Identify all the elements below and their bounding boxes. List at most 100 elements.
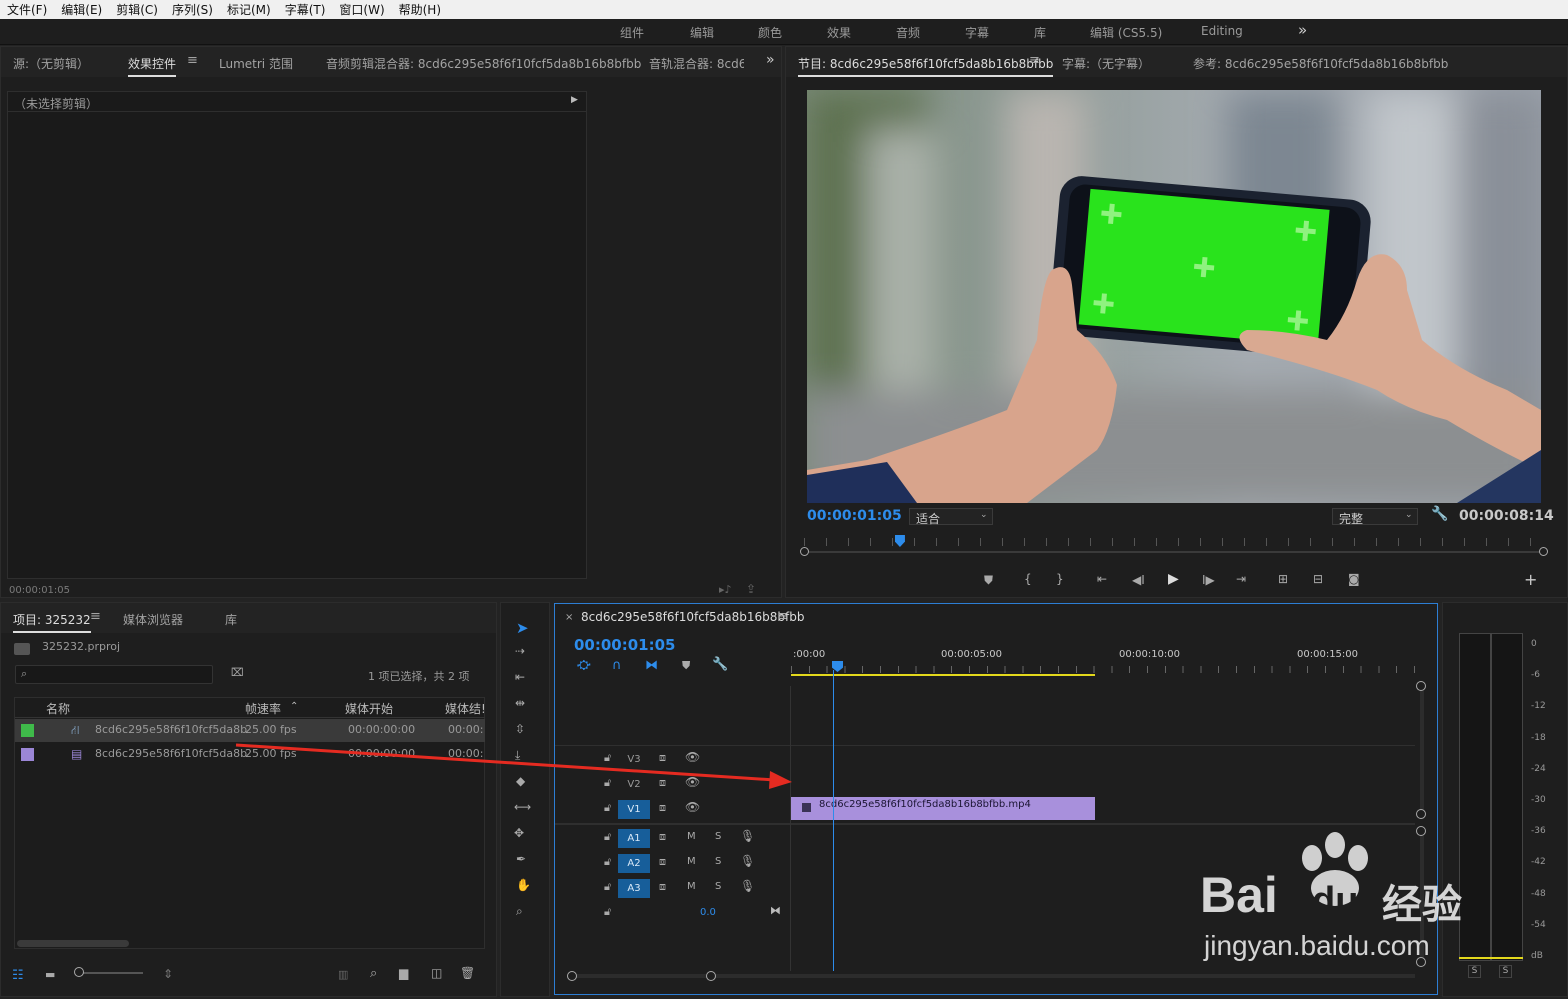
sequence-tab[interactable]: 8cd6c295e58f6f10fcf5da8b16b8bfbb xyxy=(581,610,805,624)
solo-left-button[interactable]: S xyxy=(1468,965,1481,978)
tab-captions[interactable]: 字幕:（无字幕） xyxy=(1062,55,1150,72)
fit-dropdown[interactable]: 适合 ⌄ xyxy=(909,508,993,526)
zoom-tool-icon[interactable]: ⌕ xyxy=(516,904,523,919)
project-menu-icon[interactable]: ≡ xyxy=(90,609,101,624)
workspace-effects[interactable]: 效果 xyxy=(827,24,851,41)
mark-in-icon[interactable]: { xyxy=(1024,572,1032,586)
audio-v-scrollbar[interactable] xyxy=(1420,829,1424,959)
zoom-slider-handle[interactable] xyxy=(74,967,84,977)
zoom-slider[interactable] xyxy=(75,972,143,974)
hand-tool-icon[interactable]: ✋ xyxy=(516,878,531,892)
lock-icon[interactable]: 🔓︎ xyxy=(604,880,611,894)
menu-marker[interactable]: 标记(M) xyxy=(220,1,278,18)
workspace-cs55[interactable]: 编辑 (CS5.5) xyxy=(1090,24,1162,41)
list-view-icon[interactable]: ☷ xyxy=(12,968,24,983)
video-frame[interactable] xyxy=(807,90,1541,503)
slide-tool-icon[interactable]: ⟷ xyxy=(514,800,531,814)
sync-lock-icon[interactable]: ⧈ xyxy=(659,830,666,844)
microphone-icon[interactable]: 🎙︎ xyxy=(740,879,755,893)
extract-icon[interactable]: ⊟ xyxy=(1313,572,1323,586)
video-v-scrollbar[interactable] xyxy=(1420,684,1424,819)
lift-icon[interactable]: ⊞ xyxy=(1278,572,1288,586)
new-item-icon[interactable]: ◫ xyxy=(431,966,442,980)
timeline-settings-wrench-icon[interactable]: 🔧 xyxy=(712,657,728,672)
work-area-bar[interactable] xyxy=(791,674,1095,676)
track-label-a2[interactable]: A2 xyxy=(618,854,650,873)
tab-program[interactable]: 节目: 8cd6c295e58f6f10fcf5da8b16b8bfbb xyxy=(798,55,1054,77)
timeline-menu-icon[interactable]: ≡ xyxy=(777,609,788,624)
mute-button[interactable]: M xyxy=(687,856,696,867)
program-menu-icon[interactable]: ≡ xyxy=(1029,53,1040,68)
col-media-end[interactable]: 媒体结! xyxy=(445,700,485,717)
menu-clip[interactable]: 剪辑(C) xyxy=(109,1,165,18)
eye-icon[interactable]: 👁︎ xyxy=(685,800,700,814)
col-name[interactable]: 名称 xyxy=(46,700,70,717)
menu-window[interactable]: 窗口(W) xyxy=(332,1,391,18)
sync-lock-icon[interactable]: ⧈ xyxy=(659,880,666,894)
automate-to-sequence-icon[interactable]: ▥ xyxy=(338,968,348,981)
a-scroll-handle-bottom[interactable] xyxy=(1416,957,1426,967)
tab-lumetri-scopes[interactable]: Lumetri 范围 xyxy=(219,55,293,72)
solo-button[interactable]: S xyxy=(715,856,721,867)
project-search-input[interactable]: ⌕ xyxy=(15,665,213,684)
trash-icon[interactable]: 🗑 xyxy=(460,966,475,980)
expand-triangle-icon[interactable]: ▶ xyxy=(571,95,578,105)
pen-tool-icon[interactable]: ✥ xyxy=(514,826,524,840)
snap-magnet-icon[interactable]: ∩ xyxy=(612,658,622,673)
eye-icon[interactable]: 👁︎ xyxy=(685,750,700,764)
h-scroll-handle-left[interactable] xyxy=(567,971,577,981)
v-scroll-handle-bottom[interactable] xyxy=(1416,809,1426,819)
sync-lock-icon[interactable]: ⧈ xyxy=(659,801,666,815)
workspace-editing[interactable]: 编辑 xyxy=(690,24,714,41)
menu-file[interactable]: 文件(F) xyxy=(0,1,54,18)
pen-icon[interactable]: ✒ xyxy=(516,852,526,866)
sync-lock-icon[interactable]: ⧈ xyxy=(659,855,666,869)
slip-tool-icon[interactable]: ◆ xyxy=(516,774,525,788)
workspace-assembly[interactable]: 组件 xyxy=(620,24,644,41)
step-forward-icon[interactable]: I▶ xyxy=(1202,573,1215,587)
lock-icon[interactable]: 🔓︎ xyxy=(604,905,611,919)
workspace-audio[interactable]: 音频 xyxy=(896,24,920,41)
track-label-a1[interactable]: A1 xyxy=(618,829,650,848)
menu-sequence[interactable]: 序列(S) xyxy=(165,1,220,18)
tab-audio-clip-mixer[interactable]: 音频剪辑混合器: 8cd6c295e58f6f10fcf5da8b16b8bfb… xyxy=(326,55,641,72)
v1-video-clip[interactable]: 8cd6c295e58f6f10fcf5da8b16b8bfbb.mp4 xyxy=(791,797,1095,820)
razor-tool-icon[interactable]: ⤓ xyxy=(515,748,520,763)
timeline-h-scrollbar[interactable] xyxy=(567,974,1415,978)
wrench-icon[interactable]: 🔧 xyxy=(1431,506,1448,522)
workspace-editing-en[interactable]: Editing xyxy=(1201,24,1243,38)
timeline-timecode[interactable]: 00:00:01:05 xyxy=(574,636,676,654)
linked-selection-icon[interactable]: ⧓ xyxy=(645,658,658,673)
quality-dropdown[interactable]: 完整 ⌄ xyxy=(1332,508,1418,526)
program-timecode[interactable]: 00:00:01:05 xyxy=(807,508,902,524)
tab-effect-controls[interactable]: 效果控件 xyxy=(128,55,177,77)
lock-icon[interactable]: 🔓︎ xyxy=(604,776,611,790)
close-icon[interactable]: × xyxy=(565,612,573,623)
track-label-v2[interactable]: V2 xyxy=(618,775,650,794)
workspace-captions[interactable]: 字幕 xyxy=(965,24,989,41)
add-marker-icon[interactable]: ⛊ xyxy=(682,659,690,673)
table-row[interactable]: ⛙ 8cd6c295e58f6f10fcf5da8b 25.00 fps 00:00:… xyxy=(15,719,485,742)
solo-right-button[interactable]: S xyxy=(1499,965,1512,978)
master-volume-value[interactable]: 0.0 xyxy=(700,907,716,918)
menu-help[interactable]: 帮助(H) xyxy=(392,1,448,18)
workspace-overflow-icon[interactable]: » xyxy=(1298,21,1307,39)
find-icon[interactable]: ⌕ xyxy=(370,966,377,981)
lock-icon[interactable]: 🔓︎ xyxy=(604,751,611,765)
play-icon[interactable]: ▶ xyxy=(1168,571,1179,587)
a-scroll-handle-top[interactable] xyxy=(1416,826,1426,836)
menu-edit[interactable]: 编辑(E) xyxy=(54,1,109,18)
track-label-v1[interactable]: V1 xyxy=(618,800,650,819)
new-bin-folder-icon[interactable]: ▆ xyxy=(399,966,408,980)
lock-icon[interactable]: 🔓︎ xyxy=(604,801,611,815)
lock-icon[interactable]: 🔓︎ xyxy=(604,855,611,869)
ripple-edit-tool-icon[interactable]: ⇤ xyxy=(515,670,525,684)
tab-project[interactable]: 项目: 325232 xyxy=(13,611,91,633)
workspace-color[interactable]: 颜色 xyxy=(758,24,782,41)
mute-button[interactable]: M xyxy=(687,831,696,842)
sort-icons-icon[interactable]: ⇕ xyxy=(163,967,173,981)
track-label-v3[interactable]: V3 xyxy=(618,750,650,769)
tab-reference[interactable]: 参考: 8cd6c295e58f6f10fcf5da8b16b8bfbb xyxy=(1193,55,1448,72)
solo-button[interactable]: S xyxy=(715,881,721,892)
eye-icon[interactable]: 👁︎ xyxy=(685,775,700,789)
